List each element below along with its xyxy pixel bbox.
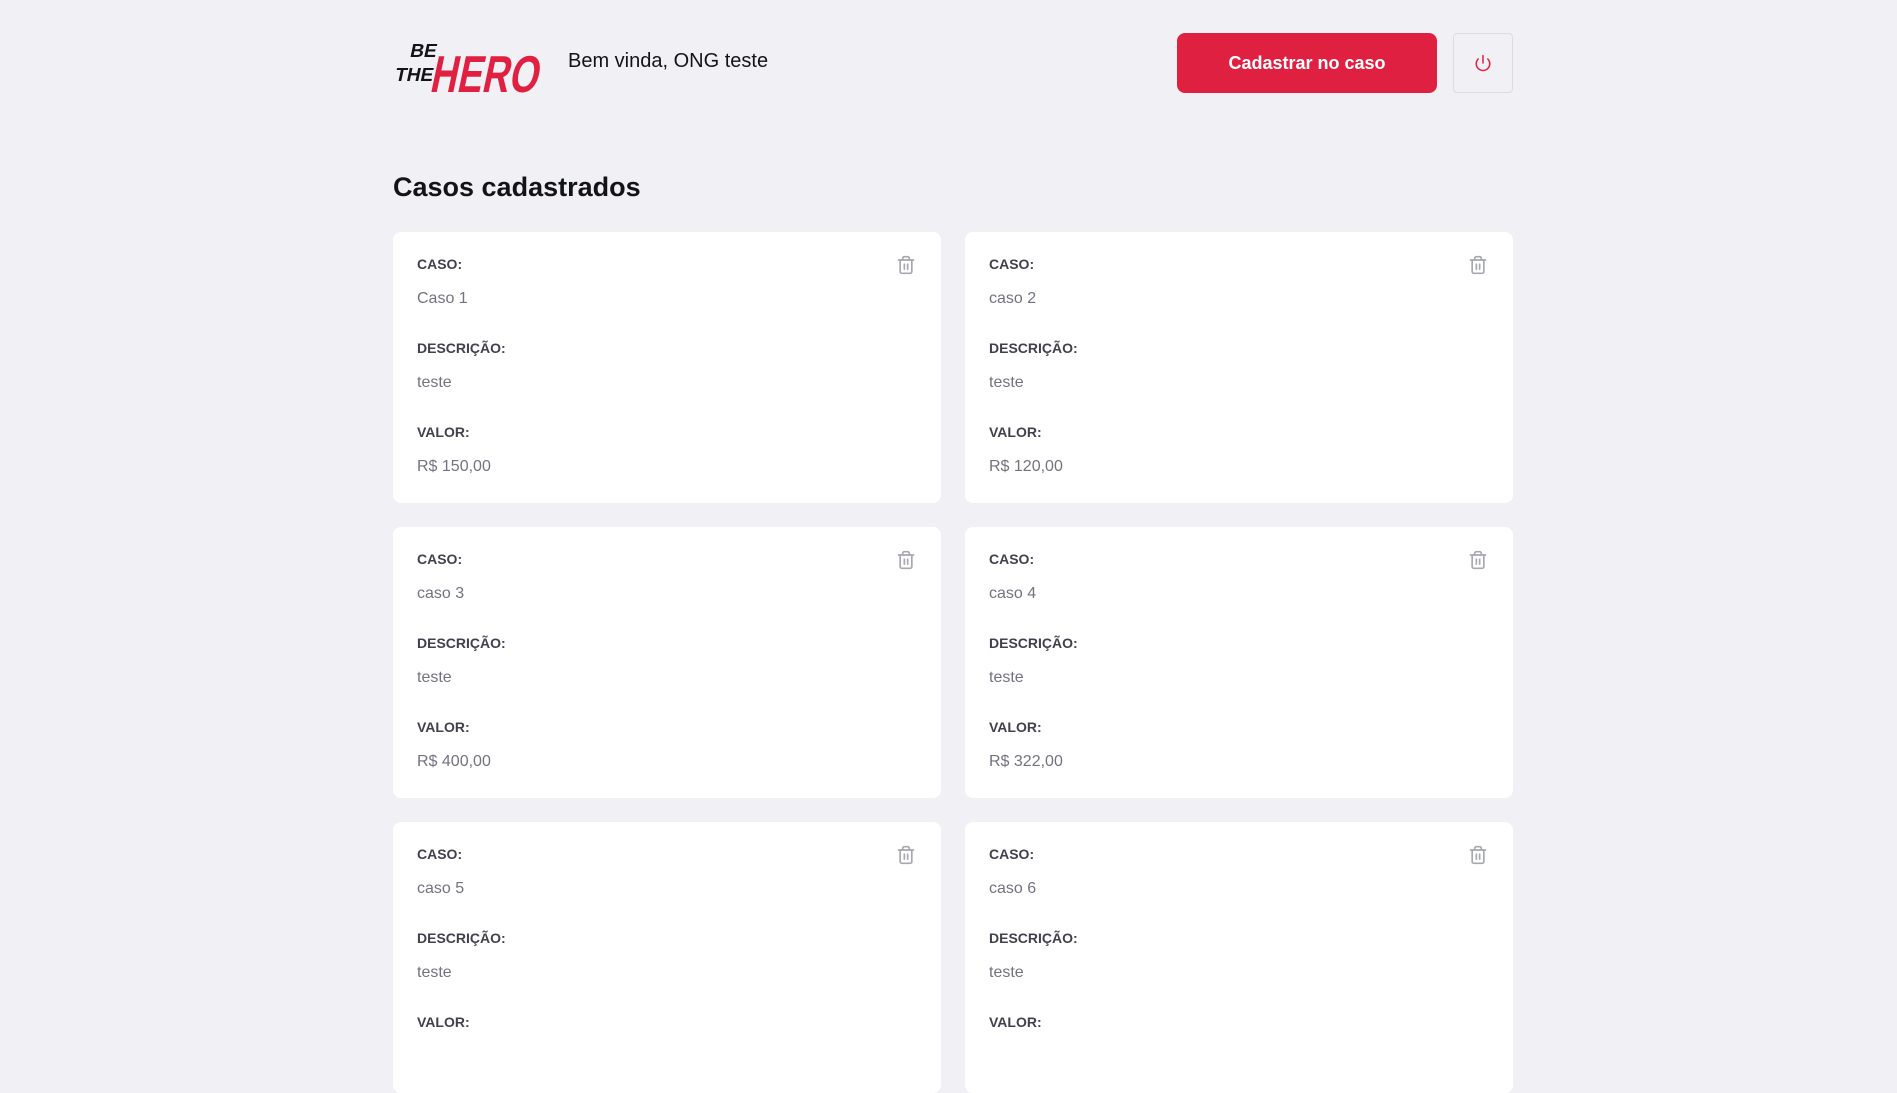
case-title-field: CASO: caso 2: [989, 256, 1489, 308]
case-title-field: CASO: Caso 1: [417, 256, 917, 308]
case-description-label: DESCRIÇÃO:: [417, 635, 506, 651]
delete-case-button[interactable]: [1467, 549, 1489, 571]
page-title: Casos cadastrados: [393, 172, 641, 202]
case-title-label: CASO:: [417, 551, 463, 567]
case-description-label: DESCRIÇÃO:: [417, 340, 506, 356]
case-description-field: DESCRIÇÃO: teste: [417, 930, 917, 982]
case-value-field: VALOR:: [417, 1014, 917, 1066]
case-title-value: caso 6: [989, 880, 1037, 897]
case-value-label: VALOR:: [417, 719, 470, 735]
case-value-field: VALOR:: [989, 1014, 1489, 1066]
logo-text-the: THE: [393, 65, 436, 86]
case-description-label: DESCRIÇÃO:: [417, 930, 506, 946]
case-description-value: teste: [417, 964, 452, 981]
logout-button[interactable]: [1453, 33, 1513, 93]
case-title-value: caso 2: [989, 290, 1037, 307]
case-description-value: teste: [989, 964, 1024, 981]
case-title-label: CASO:: [989, 551, 1035, 567]
case-description-value: teste: [989, 669, 1024, 686]
register-case-button[interactable]: Cadastrar no caso: [1177, 33, 1437, 93]
delete-case-button[interactable]: [1467, 844, 1489, 866]
case-card: CASO: caso 6 DESCRIÇÃO: teste VALOR:: [965, 822, 1513, 1093]
case-value-field: VALOR: R$ 150,00: [417, 424, 917, 476]
case-title-label: CASO:: [417, 846, 463, 862]
case-description-label: DESCRIÇÃO:: [989, 340, 1078, 356]
page-header: BE THE HERO Bem vinda, ONG teste Cadastr…: [393, 0, 1514, 125]
case-title-value: caso 5: [417, 880, 465, 897]
case-value-amount: R$ 322,00: [989, 753, 1063, 770]
page-container: BE THE HERO Bem vinda, ONG teste Cadastr…: [393, 0, 1514, 1093]
case-title-field: CASO: caso 5: [417, 846, 917, 898]
case-value-amount: R$ 120,00: [989, 458, 1063, 475]
case-value-field: VALOR: R$ 400,00: [417, 719, 917, 771]
trash-icon: [897, 550, 915, 570]
case-value-field: VALOR: R$ 322,00: [989, 719, 1489, 771]
delete-case-button[interactable]: [895, 254, 917, 276]
case-card: CASO: Caso 1 DESCRIÇÃO: teste VALOR: R$ …: [393, 232, 941, 503]
case-value-amount: R$ 150,00: [417, 458, 491, 475]
power-icon: [1475, 54, 1491, 72]
welcome-greeting: Bem vinda, ONG teste: [568, 50, 769, 72]
case-value-label: VALOR:: [989, 719, 1042, 735]
case-description-field: DESCRIÇÃO: teste: [989, 340, 1489, 392]
case-title-value: caso 3: [417, 585, 465, 602]
case-card: CASO: caso 3 DESCRIÇÃO: teste VALOR: R$ …: [393, 527, 941, 798]
trash-icon: [1469, 550, 1487, 570]
case-title-value: caso 4: [989, 585, 1037, 602]
case-description-field: DESCRIÇÃO: teste: [417, 635, 917, 687]
case-description-value: teste: [989, 374, 1024, 391]
case-value-label: VALOR:: [417, 1014, 470, 1030]
cases-list: CASO: Caso 1 DESCRIÇÃO: teste VALOR: R$ …: [393, 232, 1514, 1093]
case-value-amount: [417, 1048, 917, 1066]
case-value-amount: [989, 1048, 1489, 1066]
delete-case-button[interactable]: [895, 844, 917, 866]
case-description-field: DESCRIÇÃO: teste: [989, 930, 1489, 982]
case-value-amount: R$ 400,00: [417, 753, 491, 770]
case-title-field: CASO: caso 4: [989, 551, 1489, 603]
case-title-label: CASO:: [417, 256, 463, 272]
case-value-field: VALOR: R$ 120,00: [989, 424, 1489, 476]
case-title-field: CASO: caso 3: [417, 551, 917, 603]
case-value-label: VALOR:: [989, 424, 1042, 440]
case-description-label: DESCRIÇÃO:: [989, 635, 1078, 651]
case-title-value: Caso 1: [417, 290, 468, 307]
case-description-field: DESCRIÇÃO: teste: [989, 635, 1489, 687]
case-card: CASO: caso 5 DESCRIÇÃO: teste VALOR:: [393, 822, 941, 1093]
logo-text-be: BE: [408, 41, 439, 62]
case-description-value: teste: [417, 669, 452, 686]
delete-case-button[interactable]: [1467, 254, 1489, 276]
case-card: CASO: caso 2 DESCRIÇÃO: teste VALOR: R$ …: [965, 232, 1513, 503]
trash-icon: [1469, 845, 1487, 865]
case-title-label: CASO:: [989, 256, 1035, 272]
logo-text-hero: HERO: [426, 46, 545, 96]
be-the-hero-logo: BE THE HERO: [393, 41, 545, 96]
case-description-value: teste: [417, 374, 452, 391]
trash-icon: [897, 845, 915, 865]
case-description-label: DESCRIÇÃO:: [989, 930, 1078, 946]
case-description-field: DESCRIÇÃO: teste: [417, 340, 917, 392]
delete-case-button[interactable]: [895, 549, 917, 571]
trash-icon: [897, 255, 915, 275]
trash-icon: [1469, 255, 1487, 275]
case-title-field: CASO: caso 6: [989, 846, 1489, 898]
case-title-label: CASO:: [989, 846, 1035, 862]
case-value-label: VALOR:: [989, 1014, 1042, 1030]
case-card: CASO: caso 4 DESCRIÇÃO: teste VALOR: R$ …: [965, 527, 1513, 798]
case-value-label: VALOR:: [417, 424, 470, 440]
